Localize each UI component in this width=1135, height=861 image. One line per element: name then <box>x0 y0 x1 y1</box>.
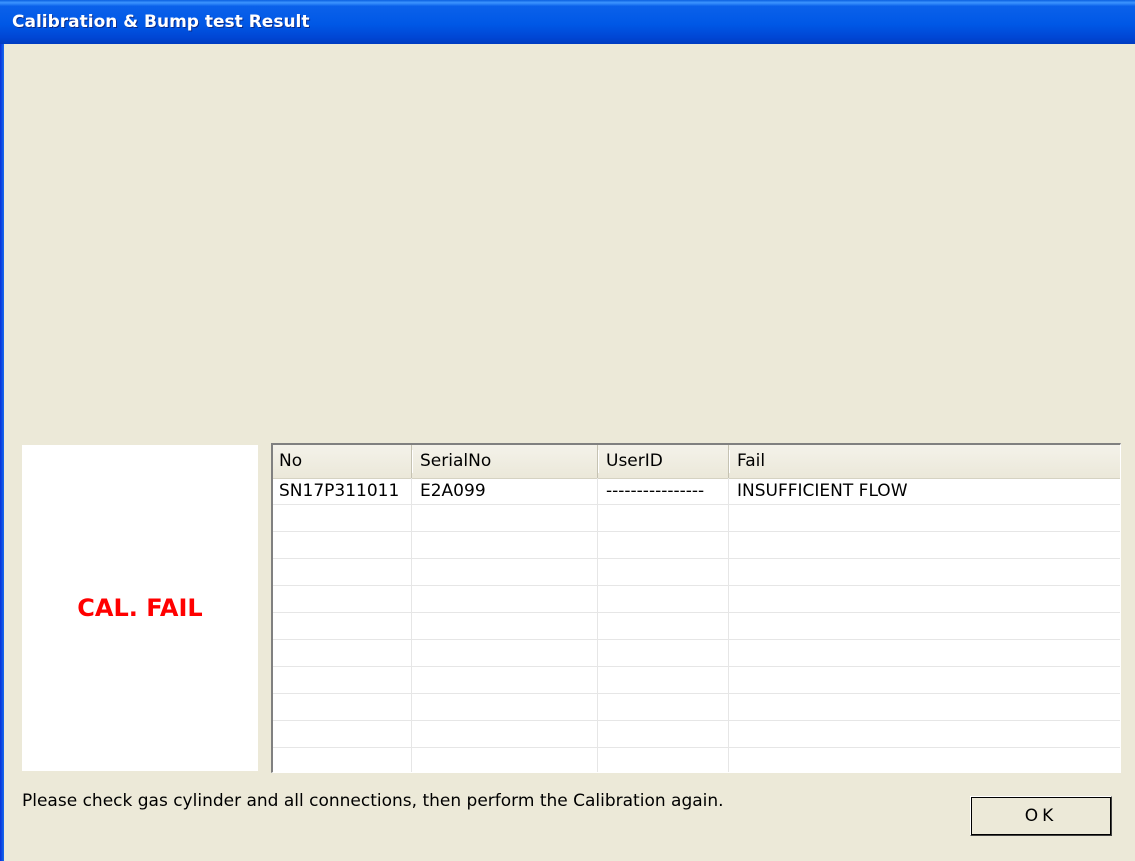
cell-no <box>273 694 412 721</box>
results-table[interactable]: No SerialNo UserID Fail SN17P311011 E2A09… <box>271 443 1121 773</box>
cell-serialno <box>412 613 598 640</box>
column-header-fail[interactable]: Fail <box>729 445 1120 478</box>
cell-no <box>273 559 412 586</box>
cell-fail <box>729 721 1120 748</box>
cell-fail <box>729 532 1120 559</box>
cell-userid <box>598 667 729 694</box>
cell-userid <box>598 721 729 748</box>
window-left-border <box>0 44 4 861</box>
cell-fail <box>729 694 1120 721</box>
cell-serialno <box>412 694 598 721</box>
cell-userid <box>598 559 729 586</box>
cell-serialno <box>412 721 598 748</box>
table-row[interactable] <box>273 694 1120 721</box>
cell-serialno <box>412 505 598 532</box>
cell-serialno <box>412 667 598 694</box>
cell-fail <box>729 559 1120 586</box>
cell-userid <box>598 694 729 721</box>
cell-fail: INSUFFICIENT FLOW <box>737 481 908 501</box>
cell-userid <box>598 748 729 772</box>
table-row[interactable] <box>273 532 1120 559</box>
cell-no <box>273 613 412 640</box>
column-header-serialno[interactable]: SerialNo <box>412 445 599 478</box>
cell-userid <box>598 532 729 559</box>
status-text: CAL. FAIL <box>77 594 203 622</box>
cell-userid: ---------------- <box>598 478 729 505</box>
cell-serialno <box>412 640 598 667</box>
cell-serialno <box>412 748 598 772</box>
cell-fail <box>729 613 1120 640</box>
cell-no <box>273 505 412 532</box>
cell-fail <box>729 640 1120 667</box>
ok-button-focus-border <box>971 797 1111 835</box>
cell-serialno <box>412 532 598 559</box>
table-header: No SerialNo UserID Fail <box>273 445 1120 479</box>
instruction-message: Please check gas cylinder and all connec… <box>22 791 724 811</box>
cell-no: SN17P311011 <box>273 478 412 505</box>
table-row[interactable] <box>273 721 1120 748</box>
table-row[interactable] <box>273 613 1120 640</box>
cell-userid <box>598 586 729 613</box>
table-row[interactable] <box>273 586 1120 613</box>
cell-no <box>273 586 412 613</box>
ok-button[interactable]: OK <box>970 796 1112 836</box>
table-row[interactable] <box>273 748 1120 772</box>
title-bar[interactable]: Calibration & Bump test Result <box>0 0 1135 44</box>
table-row[interactable] <box>273 505 1120 532</box>
window-title: Calibration & Bump test Result <box>12 12 310 32</box>
cell-no <box>273 721 412 748</box>
cell-serialno: E2A099 <box>412 478 598 505</box>
cell-no <box>273 748 412 772</box>
status-panel: CAL. FAIL <box>22 445 258 771</box>
result-window: Calibration & Bump test Result CAL. FAIL… <box>0 0 1135 861</box>
column-header-userid[interactable]: UserID <box>598 445 730 478</box>
cell-no <box>273 532 412 559</box>
table-row[interactable] <box>273 640 1120 667</box>
table-row[interactable]: SN17P311011 E2A099 ---------------- INSUFFI… <box>273 478 1120 505</box>
table-body: SN17P311011 E2A099 ---------------- INSUFFI… <box>273 478 1120 772</box>
cell-no <box>273 667 412 694</box>
cell-userid <box>598 640 729 667</box>
cell-fail <box>729 667 1120 694</box>
cell-fail <box>729 586 1120 613</box>
cell-userid <box>598 505 729 532</box>
cell-no <box>273 640 412 667</box>
cell-fail <box>729 748 1120 772</box>
cell-userid <box>598 613 729 640</box>
column-header-no[interactable]: No <box>273 445 413 478</box>
cell-fail <box>729 505 1120 532</box>
cell-serialno <box>412 559 598 586</box>
table-row[interactable] <box>273 667 1120 694</box>
table-row[interactable] <box>273 559 1120 586</box>
cell-serialno <box>412 586 598 613</box>
